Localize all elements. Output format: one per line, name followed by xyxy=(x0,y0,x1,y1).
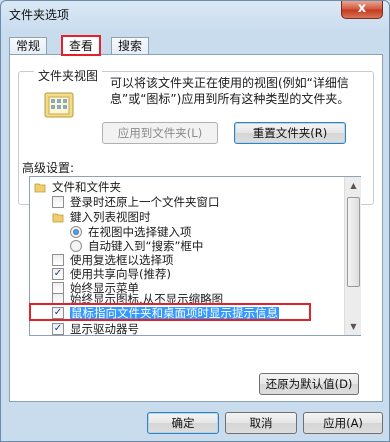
apply-button[interactable]: 应用(A) xyxy=(303,412,383,434)
list-item-text: 文件和文件夹 xyxy=(52,180,121,194)
list-item-text: 显示驱动器号 xyxy=(70,322,139,336)
apply-to-folders-button[interactable]: 应用到文件夹(L) xyxy=(102,122,218,144)
restore-defaults-button[interactable]: 还原为默认值(D) xyxy=(259,373,359,395)
list-item-text: 鍵入列表视图时 xyxy=(70,210,151,224)
list-item-text: 使用复选框以选择项 xyxy=(70,253,174,267)
radio-button[interactable] xyxy=(70,226,82,238)
list-item[interactable]: ✓ 使用共享向导(推荐) xyxy=(30,268,360,281)
scroll-down-icon[interactable]: ▼ xyxy=(345,318,362,335)
list-item-text: 始终显示图标,从不显示缩略图 xyxy=(70,292,224,306)
scroll-thumb[interactable] xyxy=(347,197,360,287)
folder-views-label: 文件夹视图 xyxy=(34,67,103,84)
list-item[interactable]: 始终显示图标,从不显示缩略图 xyxy=(30,293,360,306)
tree-scrollbar[interactable]: ▲ ▼ xyxy=(344,177,361,335)
checkbox[interactable]: ✓ xyxy=(52,307,64,319)
close-icon: x xyxy=(357,1,367,16)
list-item[interactable]: 登录时还原上一个文件夹窗口 xyxy=(30,196,360,209)
cancel-button[interactable]: 取消 xyxy=(225,412,297,434)
tab-strip: 常规 查看 搜索 xyxy=(9,35,383,56)
list-item-text: 自动键入到“搜索”框中 xyxy=(88,239,204,253)
list-item-text: 鼠标指向文件夹和桌面项时显示提示信息 xyxy=(70,306,279,320)
checkbox[interactable] xyxy=(52,196,64,208)
tree-item-typing-in-list-view: 鍵入列表视图时 xyxy=(30,211,360,224)
list-item[interactable]: 自动键入到“搜索”框中 xyxy=(30,240,360,253)
checkbox[interactable] xyxy=(52,293,64,305)
list-item[interactable]: ✓ 显示驱动器号 xyxy=(30,322,360,336)
tab-view[interactable]: 查看 xyxy=(61,35,102,56)
advanced-settings-tree[interactable]: 文件和文件夹 登录时还原上一个文件夹窗口 鍵入列表视图时 在视图中选择键入项 自… xyxy=(29,176,361,336)
title-bar: 文件夹选项 x xyxy=(1,1,389,29)
list-item-text: 在视图中选择键入项 xyxy=(88,225,192,239)
scroll-up-icon[interactable]: ▲ xyxy=(345,177,362,194)
list-item-text: 使用共享向导(推荐) xyxy=(70,267,171,281)
list-item[interactable]: 在视图中选择键入项 xyxy=(30,226,360,239)
radio-button[interactable] xyxy=(70,240,82,252)
ok-button[interactable]: 确定 xyxy=(147,412,219,434)
folder-view-icon xyxy=(44,92,74,118)
window-title: 文件夹选项 xyxy=(9,8,70,22)
close-button[interactable]: x xyxy=(341,1,383,19)
advanced-settings-label: 高级设置: xyxy=(22,161,75,175)
checkbox[interactable] xyxy=(52,254,64,266)
list-item-text: 登录时还原上一个文件夹窗口 xyxy=(70,195,220,209)
list-item[interactable]: 使用复选框以选择项 xyxy=(30,254,360,267)
list-item-selected[interactable]: ✓ 鼠标指向文件夹和桌面项时显示提示信息 xyxy=(30,307,360,320)
folder-options-window: 文件夹选项 x 常规 查看 搜索 文件夹视图 可以将该文件夹正在使用的视图(例如… xyxy=(0,0,390,442)
checkbox[interactable]: ✓ xyxy=(52,268,64,280)
folder-views-description: 可以将该文件夹正在使用的视图(例如“详细信息”或“图标”)应用到所有这种类型的文… xyxy=(110,76,350,106)
folder-icon xyxy=(52,213,64,223)
checkbox[interactable]: ✓ xyxy=(52,323,64,335)
reset-folders-button[interactable]: 重置文件夹(R) xyxy=(234,122,346,144)
folder-icon xyxy=(34,183,46,193)
tree-item-files-and-folders: 文件和文件夹 xyxy=(30,181,360,194)
